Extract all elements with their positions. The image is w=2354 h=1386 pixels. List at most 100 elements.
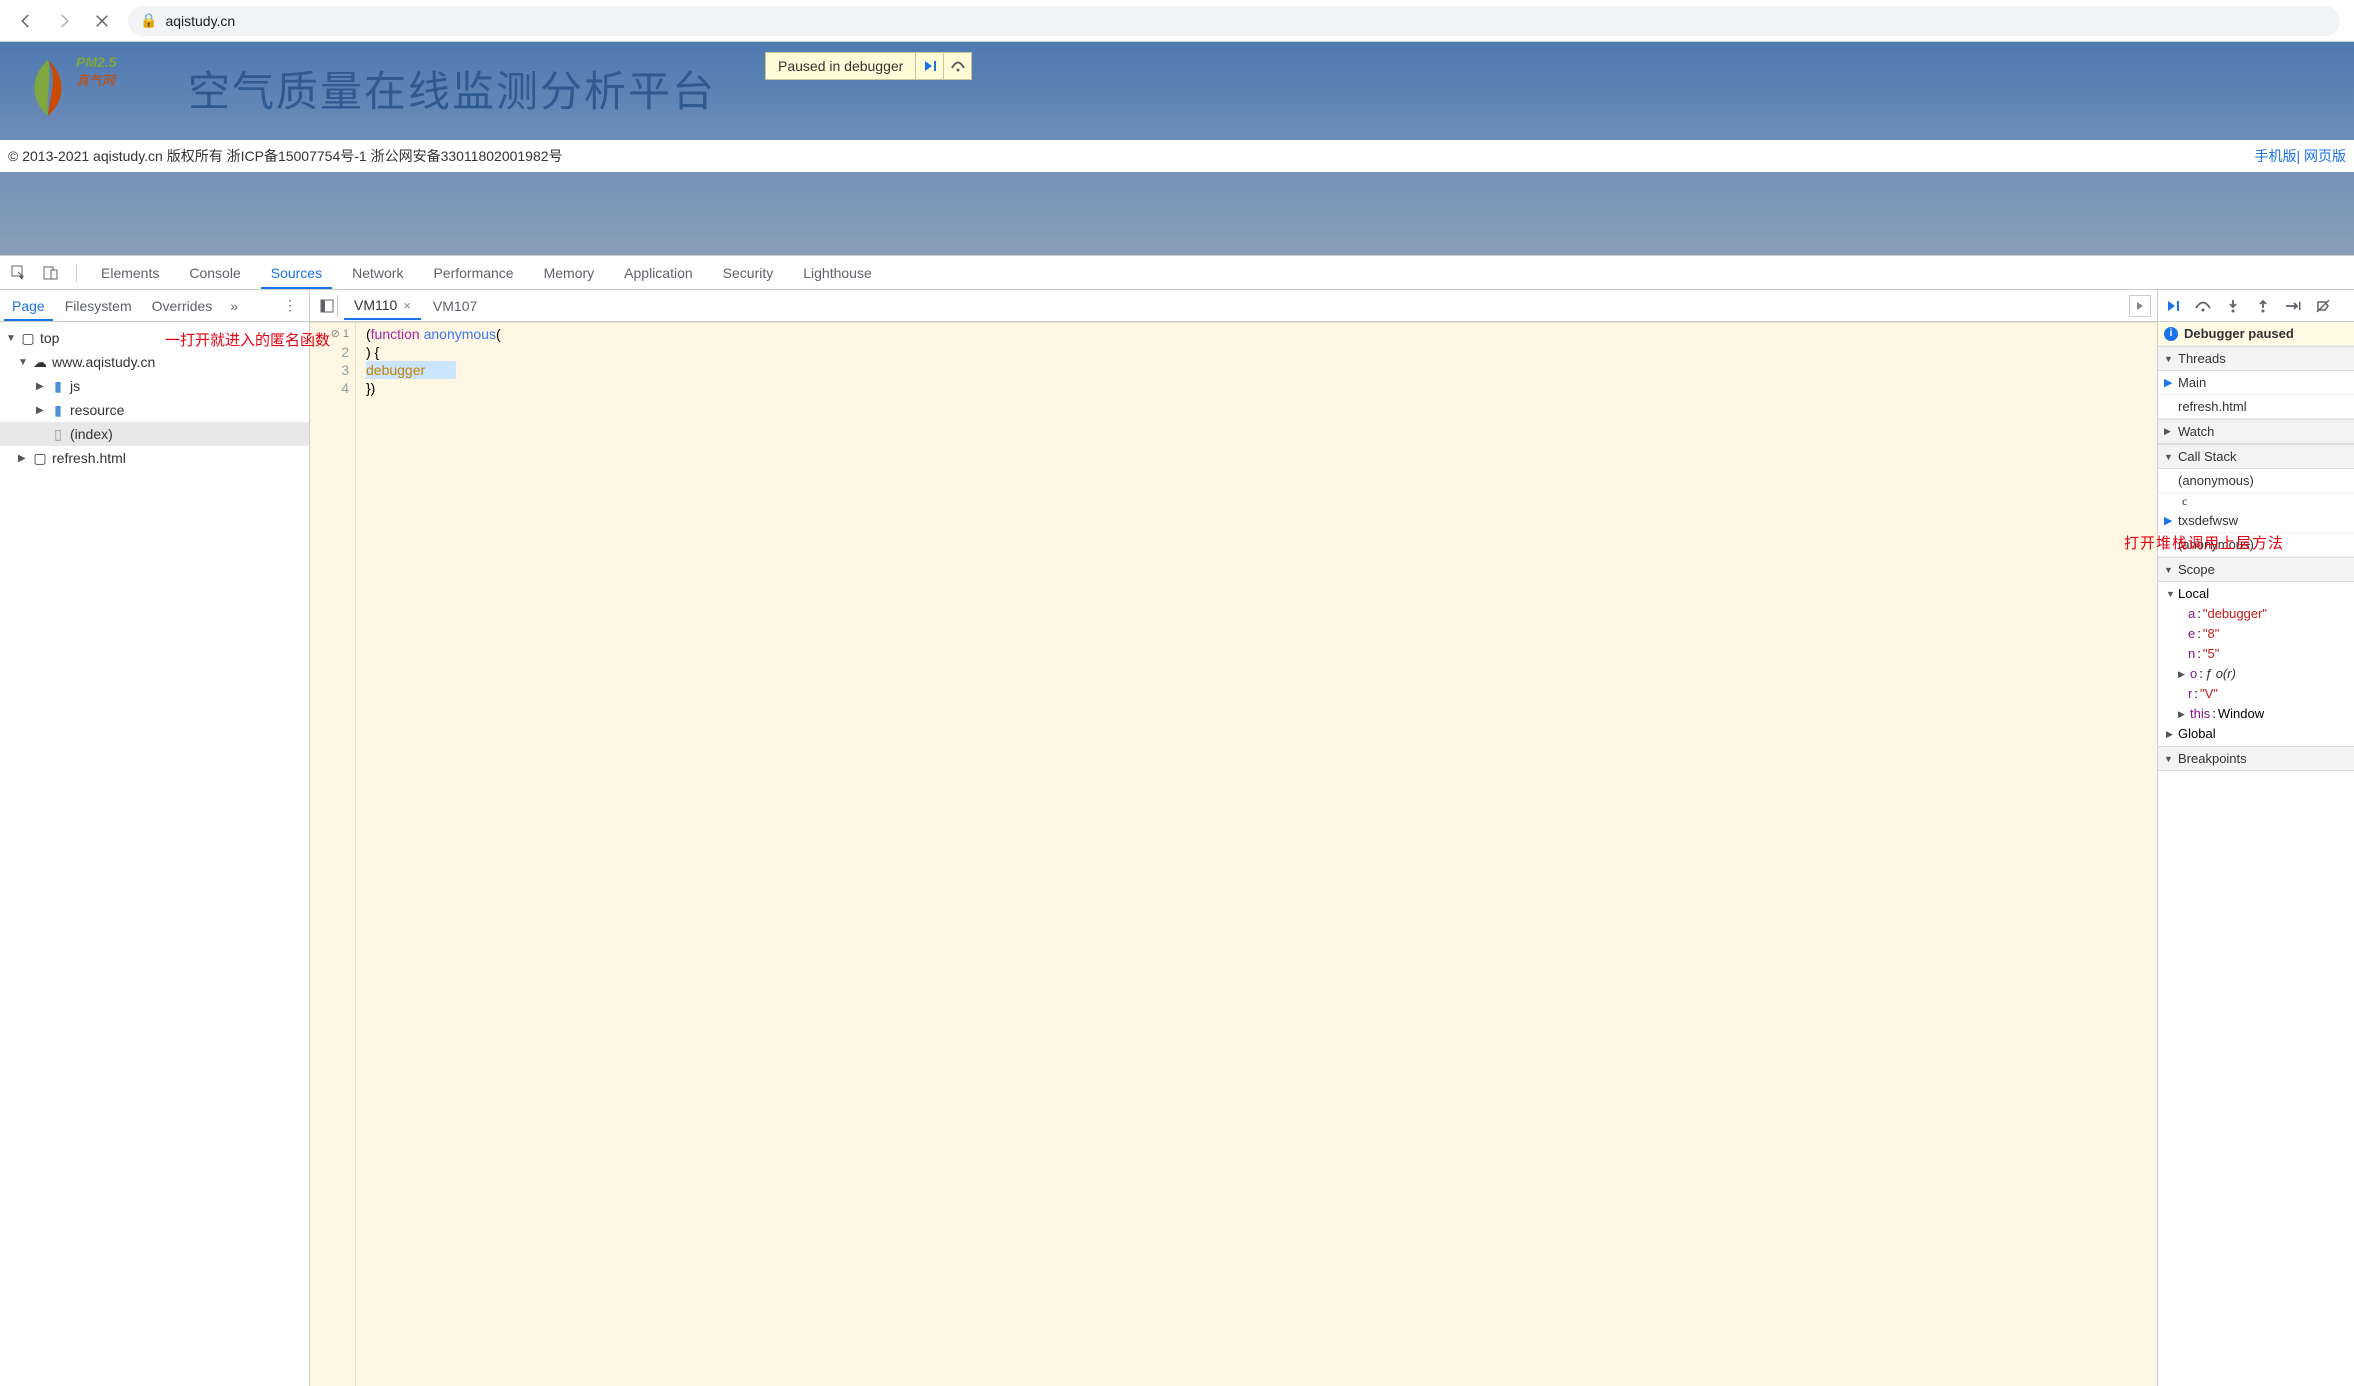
step-over-icon xyxy=(2195,300,2211,312)
current-frame-icon: ▶ xyxy=(2164,514,2174,527)
tab-network[interactable]: Network xyxy=(342,257,413,289)
editor-tab-vm107[interactable]: VM107 xyxy=(423,292,487,319)
nav-forward-button[interactable] xyxy=(52,9,76,33)
devtools-tabbar: Elements Console Sources Network Perform… xyxy=(0,256,2354,290)
tab-memory[interactable]: Memory xyxy=(534,257,605,289)
file-icon: ▯ xyxy=(50,426,66,442)
resume-button[interactable] xyxy=(2164,297,2182,315)
scope-local: ▼Local a: "debugger" e: "8" n: "5" ▶o: ƒ… xyxy=(2158,582,2354,746)
code-editor[interactable]: ⊘ 1234 (function anonymous() {debugger}) xyxy=(310,322,2157,1386)
tree-frame-refresh[interactable]: ▶▢refresh.html xyxy=(0,446,309,470)
link-web[interactable]: 网页版 xyxy=(2304,148,2346,164)
address-bar[interactable]: 🔒 aqistudy.cn xyxy=(128,6,2340,36)
site-title: 空气质量在线监测分析平台 xyxy=(188,58,716,119)
file-tree: ▼▢top ▼☁www.aqistudy.cn ▶▮js ▶▮resource … xyxy=(0,322,309,1386)
folder-icon: ▮ xyxy=(50,402,66,418)
tree-folder-resource[interactable]: ▶▮resource xyxy=(0,398,309,422)
step-out-icon xyxy=(2257,299,2269,313)
annotation-left: 一打开就进入的匿名函数 xyxy=(165,329,330,350)
code-content: (function anonymous() {debugger}) xyxy=(356,323,501,1386)
tab-application[interactable]: Application xyxy=(614,257,703,289)
scope-global-header[interactable]: ▶Global xyxy=(2166,724,2354,744)
subtab-filesystem[interactable]: Filesystem xyxy=(57,291,140,321)
step-into-button[interactable] xyxy=(2224,297,2242,315)
nav-back-button[interactable] xyxy=(14,9,38,33)
current-thread-icon: ▶ xyxy=(2164,376,2174,389)
callstack-frame-1[interactable]: ▶txsdefwsw xyxy=(2158,509,2354,533)
url-text: aqistudy.cn xyxy=(165,13,235,29)
scope-local-header[interactable]: ▼Local xyxy=(2166,584,2354,604)
leaf-logo-icon xyxy=(18,54,78,122)
debug-toolbar xyxy=(2158,290,2354,322)
close-icon xyxy=(93,12,111,30)
inspect-element-button[interactable] xyxy=(8,262,30,284)
section-callstack[interactable]: ▼Call Stack xyxy=(2158,444,2354,469)
section-threads[interactable]: ▼Threads xyxy=(2158,346,2354,371)
subtab-overrides[interactable]: Overrides xyxy=(144,291,221,321)
debugger-sidebar: i Debugger paused ▼Threads ▶Main refresh… xyxy=(2158,290,2354,1386)
navigator-tabs: Page Filesystem Overrides » ⋮ xyxy=(0,290,309,322)
arrow-right-icon xyxy=(55,12,73,30)
copyright-bar: © 2013-2021 aqistudy.cn 版权所有 浙ICP备150077… xyxy=(0,140,2354,172)
sidebar-toggle-icon xyxy=(320,299,334,313)
tab-lighthouse[interactable]: Lighthouse xyxy=(793,257,882,289)
resume-icon xyxy=(2166,299,2180,313)
tree-folder-js[interactable]: ▶▮js xyxy=(0,374,309,398)
close-tab-icon[interactable]: × xyxy=(403,298,411,313)
inspect-icon xyxy=(11,265,27,281)
navigator-menu[interactable]: ⋮ xyxy=(275,297,305,314)
step-button[interactable] xyxy=(2284,297,2302,315)
site-logo: PM2.5 真气网 xyxy=(18,54,78,122)
tab-console[interactable]: Console xyxy=(179,257,250,289)
scope-var-this[interactable]: ▶this: Window xyxy=(2166,704,2354,724)
lock-icon: 🔒 xyxy=(140,12,157,29)
breakpoint-toggle-icon xyxy=(2316,299,2330,313)
scope-var-r[interactable]: r: "V" xyxy=(2166,684,2354,704)
section-breakpoints[interactable]: ▼Breakpoints xyxy=(2158,746,2354,771)
scope-var-o[interactable]: ▶o: ƒ o(r) xyxy=(2166,664,2354,684)
scope-var-e[interactable]: e: "8" xyxy=(2166,624,2354,644)
tab-elements[interactable]: Elements xyxy=(91,257,169,289)
editor-more-button[interactable] xyxy=(2129,295,2151,317)
tab-sources[interactable]: Sources xyxy=(261,257,332,289)
sources-navigator: Page Filesystem Overrides » ⋮ ▼▢top ▼☁ww… xyxy=(0,290,310,1386)
deactivate-breakpoints-button[interactable] xyxy=(2314,297,2332,315)
tab-security[interactable]: Security xyxy=(713,257,784,289)
editor-tabbar: VM110× VM107 xyxy=(310,290,2157,322)
overlay-resume-button[interactable] xyxy=(915,52,943,80)
editor-tab-vm110[interactable]: VM110× xyxy=(344,291,421,320)
step-over-button[interactable] xyxy=(2194,297,2212,315)
callstack-frame-0[interactable]: (anonymous) xyxy=(2158,469,2354,493)
thread-main[interactable]: ▶Main xyxy=(2158,371,2354,395)
debugger-status: i Debugger paused xyxy=(2158,322,2354,346)
devtools-panel: Elements Console Sources Network Perform… xyxy=(0,255,2354,1386)
scope-var-n[interactable]: n: "5" xyxy=(2166,644,2354,664)
step-icon xyxy=(2285,301,2301,311)
section-scope[interactable]: ▼Scope xyxy=(2158,557,2354,582)
source-editor-panel: VM110× VM107 ⊘ 1234 (function anonymous(… xyxy=(310,290,2158,1386)
step-out-button[interactable] xyxy=(2254,297,2272,315)
step-into-icon xyxy=(2227,299,2239,313)
subtab-page[interactable]: Page xyxy=(4,291,53,321)
paused-label: Paused in debugger xyxy=(766,58,915,74)
site-banner: PM2.5 真气网 空气质量在线监测分析平台 xyxy=(0,42,2354,134)
overlay-step-button[interactable] xyxy=(943,52,971,80)
arrow-left-icon xyxy=(17,12,35,30)
subtab-more[interactable]: » xyxy=(224,298,244,314)
thread-refresh[interactable]: refresh.html xyxy=(2158,395,2354,419)
nav-stop-button[interactable] xyxy=(90,9,114,33)
info-icon: i xyxy=(2164,327,2178,341)
resume-icon xyxy=(923,59,937,73)
copyright-text: © 2013-2021 aqistudy.cn 版权所有 浙ICP备150077… xyxy=(8,146,563,166)
link-mobile[interactable]: 手机版 xyxy=(2254,148,2296,164)
toggle-navigator-button[interactable] xyxy=(316,295,338,317)
tree-file-index[interactable]: ▯(index) xyxy=(0,422,309,446)
step-over-icon xyxy=(951,60,965,72)
tree-site[interactable]: ▼☁www.aqistudy.cn xyxy=(0,350,309,374)
scope-var-a[interactable]: a: "debugger" xyxy=(2166,604,2354,624)
tab-performance[interactable]: Performance xyxy=(423,257,523,289)
device-toggle-button[interactable] xyxy=(40,262,62,284)
logo-pm-text: PM2.5 xyxy=(76,54,116,70)
section-watch[interactable]: ▶Watch xyxy=(2158,419,2354,444)
line-gutter: ⊘ 1234 xyxy=(310,323,356,1386)
